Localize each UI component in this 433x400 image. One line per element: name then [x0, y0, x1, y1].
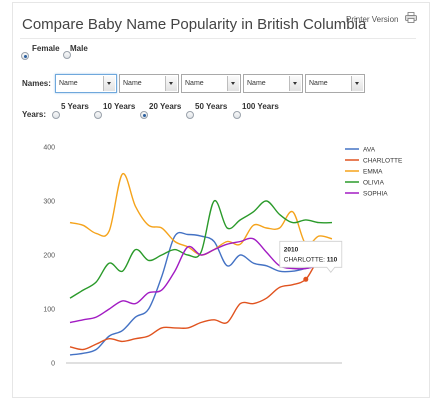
legend-item-olivia[interactable]: OLIVIA — [363, 180, 385, 187]
tooltip-value: 110 — [327, 256, 338, 263]
y-tick-label: 200 — [43, 253, 55, 260]
y-tick-label: 100 — [43, 307, 55, 314]
legend-item-charlotte[interactable]: CHARLOTTE — [363, 158, 403, 165]
name-popularity-chart: 0 100 200 300 400 AVA CHARLOTTE EMMA OLIVIA SOPH… — [43, 145, 403, 368]
y-tick-label: 0 — [51, 361, 55, 368]
tooltip-year: 2010 — [284, 246, 299, 253]
legend-item-ava[interactable]: AVA — [363, 147, 376, 154]
tooltip-name: CHARLOTTE: 110 — [284, 256, 338, 263]
legend-item-emma[interactable]: EMMA — [363, 169, 383, 176]
y-tick-label: 400 — [43, 145, 55, 152]
legend-item-sophia[interactable]: SOPHIA — [363, 191, 388, 198]
tooltip-point — [303, 276, 309, 282]
y-tick-label: 300 — [43, 199, 55, 206]
